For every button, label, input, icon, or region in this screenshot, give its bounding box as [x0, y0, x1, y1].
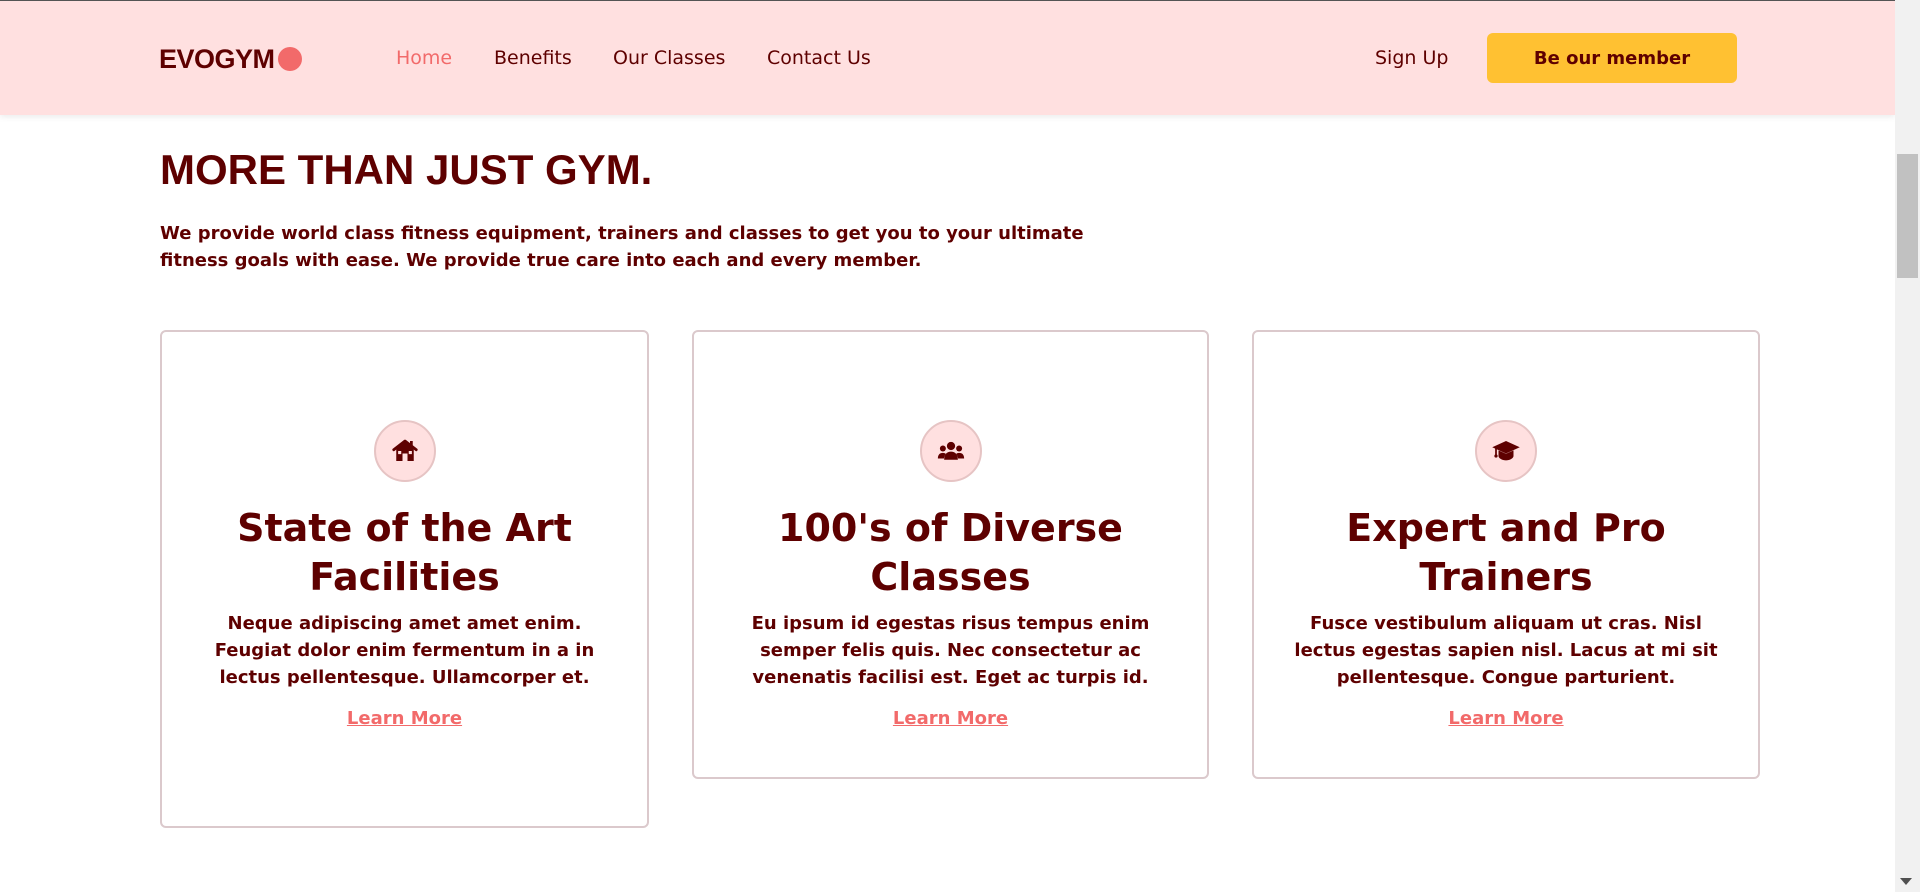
learn-more-link[interactable]: Learn More: [1448, 707, 1563, 731]
scrollbar-thumb[interactable]: [1897, 154, 1918, 278]
scroll-down-arrow-icon[interactable]: [1900, 878, 1912, 885]
home-icon: [373, 420, 436, 482]
scrollbar-track[interactable]: [1895, 0, 1920, 892]
card-title: 100's of Diverse Classes: [778, 506, 1123, 599]
navbar: EVOGYM Home Benefits Our Classes Contact…: [0, 1, 1895, 115]
sign-up-link[interactable]: Sign Up: [1375, 45, 1448, 71]
benefit-card-trainers: Expert and Pro Trainers Fusce vestibulum…: [1252, 330, 1760, 779]
logo-dot-icon: [277, 47, 302, 71]
nav-link-benefits[interactable]: Benefits: [494, 45, 572, 71]
card-text: Neque adipiscing amet amet enim. Feugiat…: [214, 613, 595, 688]
logo[interactable]: EVOGYM: [159, 45, 302, 73]
card-title: Expert and Pro Trainers: [1346, 506, 1666, 599]
nav-link-home[interactable]: Home: [396, 45, 452, 71]
logo-text: EVOGYM: [159, 44, 275, 74]
nav-link-our-classes[interactable]: Our Classes: [613, 45, 725, 71]
card-text: Eu ipsum id egestas risus tempus enim se…: [751, 613, 1150, 688]
card-title: State of the Art Facilities: [237, 506, 572, 599]
page-title: MORE THAN JUST GYM.: [160, 146, 653, 193]
intro-text: We provide world class fitness equipment…: [160, 223, 1084, 271]
card-text: Fusce vestibulum aliquam ut cras. Nisl l…: [1294, 613, 1718, 688]
be-our-member-button[interactable]: Be our member: [1487, 33, 1737, 83]
nav-link-contact-us[interactable]: Contact Us: [767, 45, 871, 71]
benefit-card-classes: 100's of Diverse Classes Eu ipsum id ege…: [692, 330, 1209, 779]
benefit-card-facilities: State of the Art Facilities Neque adipis…: [160, 330, 649, 828]
graduation-cap-icon: [1475, 420, 1537, 482]
user-group-icon: [919, 420, 982, 482]
learn-more-link[interactable]: Learn More: [893, 707, 1008, 731]
learn-more-link[interactable]: Learn More: [347, 707, 462, 731]
